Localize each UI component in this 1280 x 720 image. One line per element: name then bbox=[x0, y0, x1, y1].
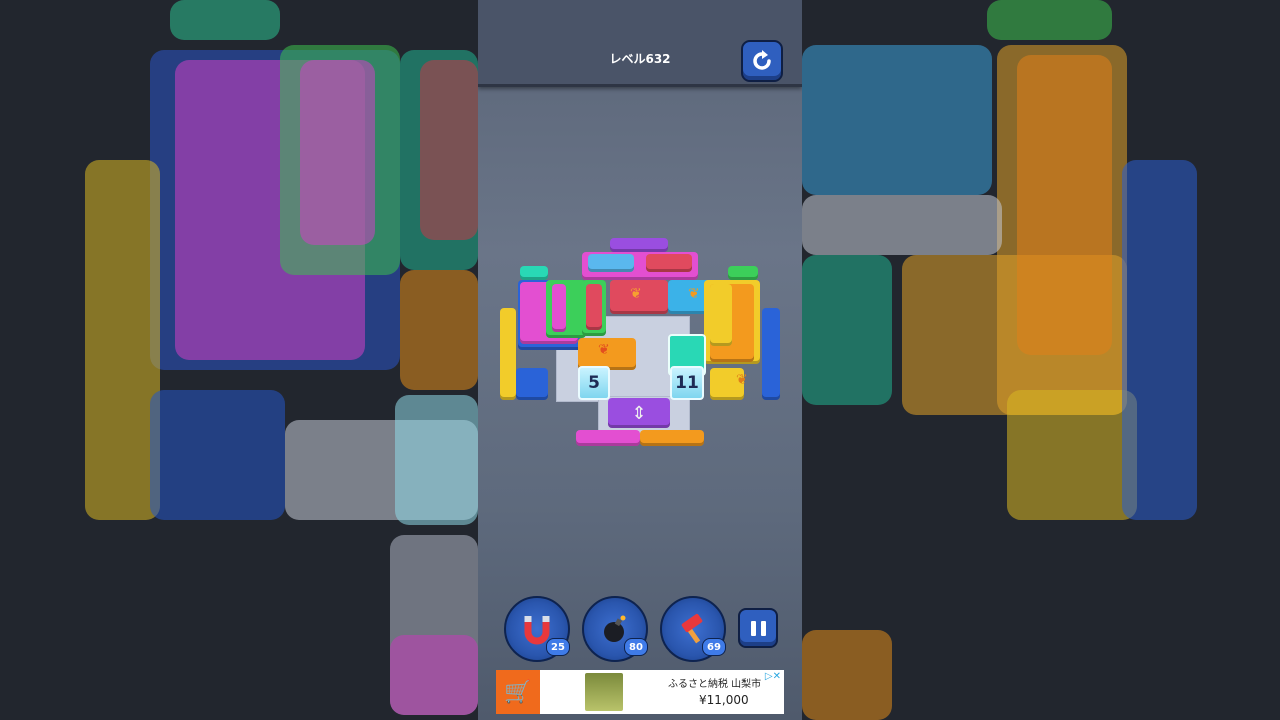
bg-block bbox=[1122, 160, 1197, 520]
bomb-tool-button[interactable]: 80 bbox=[582, 596, 648, 662]
green-cap-block[interactable] bbox=[728, 266, 758, 280]
pause-button[interactable] bbox=[738, 608, 778, 648]
maple-leaf-icon: ❦ bbox=[688, 286, 700, 302]
bg-block bbox=[400, 270, 478, 390]
background-right bbox=[802, 0, 1280, 720]
maple-leaf-icon: ❦ bbox=[736, 372, 748, 388]
bg-block bbox=[170, 0, 280, 40]
bg-block bbox=[420, 60, 478, 240]
counter-cell: 11 bbox=[670, 366, 704, 400]
bomb-count: 80 bbox=[624, 638, 648, 656]
yellow-inner bbox=[710, 284, 732, 346]
game-screen: レベル632 ❦ ❦ ❦ ❦ 5 11 ⇕ 25 80 69 🛒 ふるさと納税 … bbox=[478, 0, 802, 720]
teal-block[interactable] bbox=[520, 266, 548, 280]
ad-price: ¥11,000 bbox=[699, 693, 749, 707]
red-block[interactable] bbox=[646, 254, 692, 272]
magnet-tool-button[interactable]: 25 bbox=[504, 596, 570, 662]
bg-block bbox=[802, 630, 892, 720]
bg-block bbox=[987, 0, 1112, 40]
maple-leaf-icon: ❦ bbox=[630, 286, 642, 302]
bg-block bbox=[395, 395, 478, 525]
ad-banner[interactable]: 🛒 ふるさと納税 山梨市 ¥11,000 ▷✕ bbox=[496, 670, 784, 714]
restart-icon bbox=[753, 50, 771, 70]
cyan-block[interactable] bbox=[588, 254, 634, 272]
restart-button[interactable] bbox=[741, 40, 783, 82]
bg-block bbox=[390, 635, 478, 715]
hammer-tool-button[interactable]: 69 bbox=[660, 596, 726, 662]
bg-block bbox=[802, 45, 992, 195]
yellow-side-block[interactable] bbox=[500, 308, 516, 400]
magenta-bottom-block[interactable] bbox=[576, 430, 640, 446]
bg-block bbox=[1007, 390, 1137, 520]
red-bar[interactable] bbox=[586, 284, 602, 330]
pause-icon-bar bbox=[760, 620, 766, 636]
arrow-updown-icon: ⇕ bbox=[631, 402, 647, 424]
grape-image bbox=[585, 673, 623, 711]
bg-block bbox=[1017, 55, 1112, 355]
bg-block bbox=[802, 195, 1002, 255]
magnet-count: 25 bbox=[546, 638, 570, 656]
purple-block[interactable] bbox=[610, 238, 668, 252]
puzzle-board: ❦ ❦ ❦ ❦ 5 11 ⇕ bbox=[498, 236, 784, 452]
ad-title: ふるさと納税 山梨市 bbox=[668, 679, 762, 690]
blue-side-block[interactable] bbox=[762, 308, 780, 400]
magenta-bar[interactable] bbox=[552, 284, 566, 332]
hammer-count: 69 bbox=[702, 638, 726, 656]
counter-cell: 5 bbox=[578, 366, 610, 400]
bg-block bbox=[150, 390, 285, 520]
bg-block bbox=[85, 160, 160, 520]
ad-choices-icon[interactable]: ▷✕ bbox=[765, 671, 781, 682]
purple-arrow-block[interactable]: ⇕ bbox=[608, 398, 670, 428]
bg-block bbox=[802, 255, 892, 405]
background-left bbox=[0, 0, 478, 720]
maple-leaf-icon: ❦ bbox=[598, 342, 610, 358]
orange-bottom-block[interactable] bbox=[640, 430, 704, 446]
cart-icon: 🛒 bbox=[496, 670, 540, 714]
blue-small-block[interactable] bbox=[516, 368, 548, 400]
bg-block bbox=[300, 60, 375, 245]
pause-icon bbox=[750, 620, 756, 636]
top-bar: レベル632 bbox=[478, 0, 802, 87]
